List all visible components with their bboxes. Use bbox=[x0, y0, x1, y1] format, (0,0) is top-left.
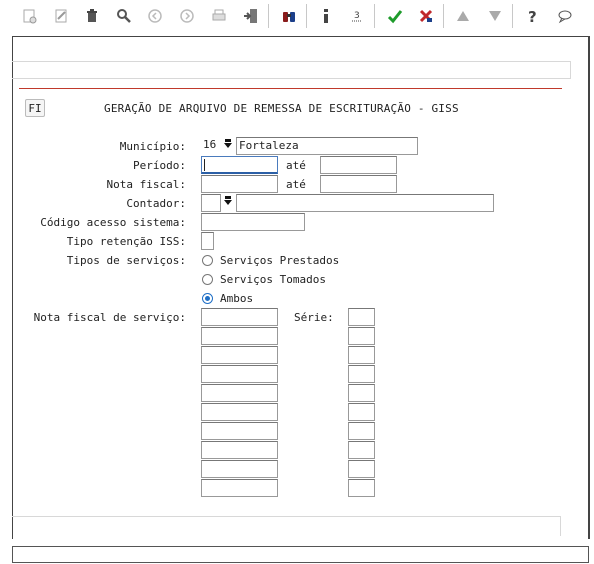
text-cursor bbox=[204, 159, 205, 171]
nota-fiscal-servico-label: Nota fiscal de serviço: bbox=[33, 311, 186, 324]
cancel-x-icon[interactable] bbox=[416, 6, 436, 26]
arrow-down-icon[interactable] bbox=[485, 6, 505, 26]
svg-text:3: 3 bbox=[354, 11, 360, 21]
toolbar-separator bbox=[268, 4, 269, 28]
status-bar bbox=[12, 546, 589, 563]
nota-to-field[interactable] bbox=[320, 175, 397, 193]
binoculars-icon[interactable] bbox=[279, 6, 299, 26]
serie-field[interactable] bbox=[348, 346, 375, 364]
new-document-icon[interactable] bbox=[19, 6, 39, 26]
periodo-ate-label: até bbox=[286, 159, 306, 172]
serie-field[interactable] bbox=[348, 403, 375, 421]
help-icon[interactable]: ? bbox=[523, 6, 543, 26]
radio-label-prestados: Serviços Prestados bbox=[220, 254, 340, 267]
header-divider bbox=[19, 88, 562, 89]
serie-field[interactable] bbox=[348, 365, 375, 383]
nota-fiscal-servico-field[interactable] bbox=[201, 422, 278, 440]
nota-ate-label: até bbox=[286, 178, 306, 191]
nota-fiscal-servico-field[interactable] bbox=[201, 441, 278, 459]
contador-name-field[interactable] bbox=[236, 194, 494, 212]
insert-field-icon[interactable]: 3 bbox=[347, 6, 367, 26]
nota-from-field[interactable] bbox=[201, 175, 278, 193]
codigo-acesso-label: Código acesso sistema: bbox=[40, 216, 186, 229]
trash-icon[interactable] bbox=[82, 6, 102, 26]
frame-border bbox=[588, 36, 589, 539]
edit-icon[interactable] bbox=[51, 6, 71, 26]
radio-label-ambos: Ambos bbox=[220, 292, 254, 305]
serie-label: Série: bbox=[294, 311, 334, 324]
periodo-to-field[interactable] bbox=[320, 156, 397, 174]
municipio-code-field[interactable]: 16 bbox=[201, 137, 221, 155]
confirm-check-icon[interactable] bbox=[385, 6, 405, 26]
nota-fiscal-servico-field[interactable] bbox=[201, 308, 278, 326]
info-icon[interactable] bbox=[316, 6, 336, 26]
nota-fiscal-servico-field[interactable] bbox=[201, 365, 278, 383]
page-title: GERAÇÃO DE ARQUIVO DE REMESSA DE ESCRITU… bbox=[104, 102, 459, 115]
bottom-record-bar bbox=[12, 516, 561, 536]
previous-icon[interactable] bbox=[145, 6, 165, 26]
lookup-arrow-icon[interactable] bbox=[222, 195, 233, 211]
contador-label: Contador: bbox=[126, 197, 186, 210]
toolbar-separator bbox=[306, 4, 307, 28]
lookup-arrow-icon[interactable] bbox=[222, 138, 233, 154]
municipio-name-field[interactable]: Fortaleza bbox=[236, 137, 418, 155]
nota-fiscal-servico-field[interactable] bbox=[201, 479, 278, 497]
radio-label-tomados: Serviços Tomados bbox=[220, 273, 326, 286]
toolbar: 3 ? bbox=[0, 0, 594, 34]
radio-servicos-prestados[interactable] bbox=[202, 255, 213, 266]
serie-field[interactable] bbox=[348, 327, 375, 345]
nota-fiscal-servico-field[interactable] bbox=[201, 384, 278, 402]
search-icon[interactable] bbox=[114, 6, 134, 26]
serie-field[interactable] bbox=[348, 308, 375, 326]
nota-fiscal-servico-field[interactable] bbox=[201, 346, 278, 364]
nota-fiscal-servico-field[interactable] bbox=[201, 327, 278, 345]
arrow-up-icon[interactable] bbox=[453, 6, 473, 26]
periodo-label: Período: bbox=[133, 159, 186, 172]
municipio-label: Município: bbox=[119, 140, 186, 153]
tipo-retencao-field[interactable] bbox=[201, 232, 214, 250]
periodo-from-field[interactable] bbox=[201, 156, 278, 174]
tipo-retencao-label: Tipo retenção ISS: bbox=[66, 235, 186, 248]
fi-button[interactable]: FI bbox=[25, 99, 45, 117]
tipos-servicos-label: Tipos de serviços: bbox=[66, 254, 186, 267]
record-bar bbox=[12, 61, 571, 79]
codigo-acesso-field[interactable] bbox=[201, 213, 305, 231]
serie-field[interactable] bbox=[348, 441, 375, 459]
nota-fiscal-servico-field[interactable] bbox=[201, 403, 278, 421]
radio-servicos-tomados[interactable] bbox=[202, 274, 213, 285]
nota-fiscal-servico-field[interactable] bbox=[201, 460, 278, 478]
radio-ambos[interactable] bbox=[202, 293, 213, 304]
serie-field[interactable] bbox=[348, 384, 375, 402]
serie-field[interactable] bbox=[348, 422, 375, 440]
toolbar-separator bbox=[374, 4, 375, 28]
serie-field[interactable] bbox=[348, 460, 375, 478]
nota-fiscal-label: Nota fiscal: bbox=[106, 178, 186, 191]
toolbar-separator bbox=[512, 4, 513, 28]
chat-bubble-icon[interactable] bbox=[555, 6, 575, 26]
print-icon[interactable] bbox=[209, 6, 229, 26]
toolbar-separator bbox=[443, 4, 444, 28]
exit-icon[interactable] bbox=[241, 6, 261, 26]
next-icon[interactable] bbox=[177, 6, 197, 26]
svg-text:?: ? bbox=[528, 8, 537, 24]
contador-code-field[interactable] bbox=[201, 194, 221, 212]
serie-field[interactable] bbox=[348, 479, 375, 497]
